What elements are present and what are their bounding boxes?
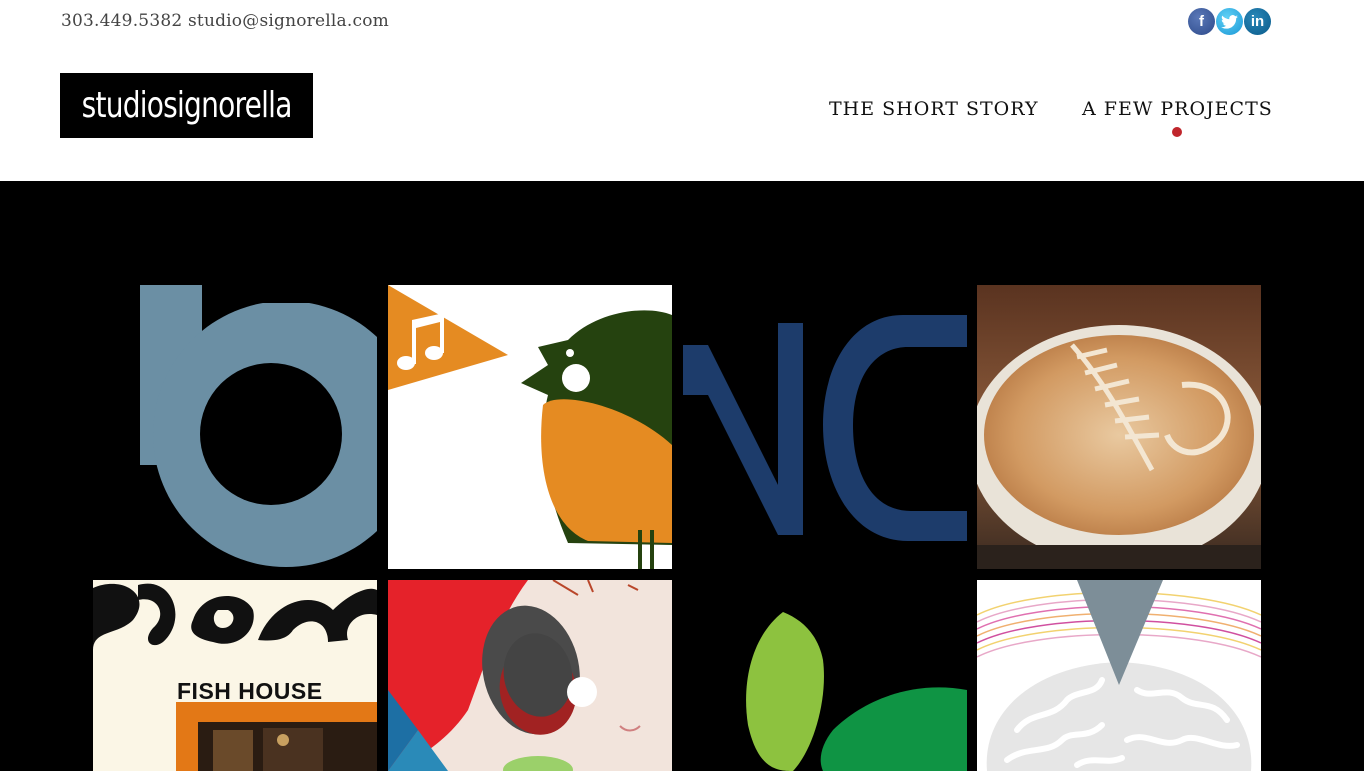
- brain-arrow-graphic: [977, 580, 1261, 771]
- nc-letters-graphic: [683, 285, 967, 569]
- b-logo-graphic: [93, 285, 377, 569]
- facebook-icon[interactable]: f: [1188, 8, 1215, 35]
- project-tile-anime-girl[interactable]: [388, 580, 672, 771]
- email-link[interactable]: studio@signorella.com: [188, 11, 389, 31]
- bird-graphic: [388, 285, 672, 569]
- green-leaves-graphic: [683, 580, 967, 771]
- projects-gallery: FISH HOUSE: [0, 181, 1364, 771]
- contact-info: 303.449.5382 studio@signorella.com: [61, 11, 389, 31]
- fish-house-title: FISH HOUSE: [177, 678, 323, 704]
- fish-house-graphic: [93, 580, 377, 771]
- anime-girl-graphic: [388, 580, 672, 771]
- project-tile-fish-house[interactable]: FISH HOUSE: [93, 580, 377, 771]
- project-tile-green-leaves[interactable]: [683, 580, 967, 771]
- logo-text: studiosignorella: [81, 85, 292, 126]
- site-logo[interactable]: studiosignorella: [60, 73, 313, 138]
- active-nav-indicator: [1172, 127, 1182, 137]
- project-tile-nc-letters[interactable]: [683, 285, 967, 569]
- latte-graphic: [977, 285, 1261, 569]
- social-links: f in: [1188, 8, 1271, 35]
- twitter-icon[interactable]: [1216, 8, 1243, 35]
- linkedin-icon[interactable]: in: [1244, 8, 1271, 35]
- project-tile-singing-bird[interactable]: [388, 285, 672, 569]
- project-tile-latte-art[interactable]: [977, 285, 1261, 569]
- nav-few-projects[interactable]: A FEW PROJECTS: [1082, 98, 1273, 120]
- phone-number: 303.449.5382: [61, 11, 183, 31]
- nav-short-story[interactable]: THE SHORT STORY: [829, 98, 1039, 120]
- project-tile-brain-arrow[interactable]: [977, 580, 1261, 771]
- project-tile-b-logo[interactable]: [93, 285, 377, 569]
